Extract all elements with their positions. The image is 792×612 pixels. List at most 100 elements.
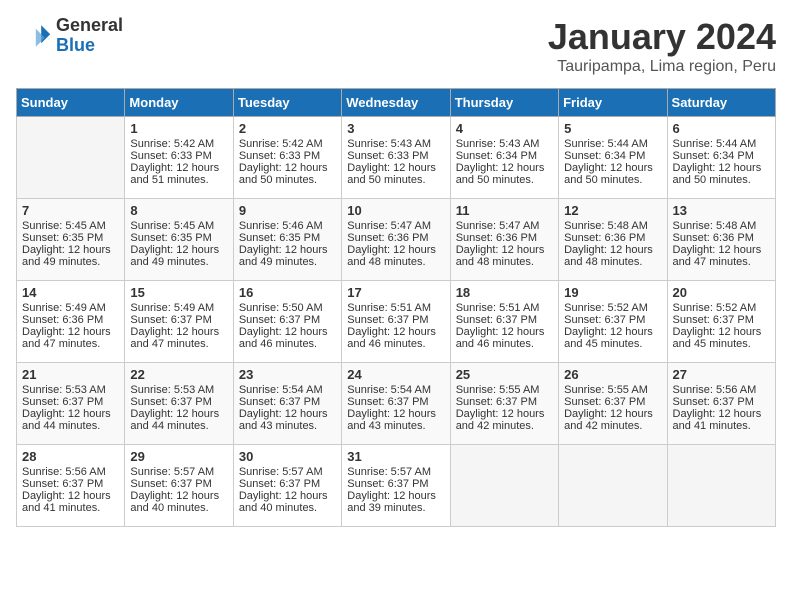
day-info-line: Sunset: 6:37 PM [564, 396, 661, 408]
day-info-line: and 46 minutes. [239, 338, 336, 350]
day-cell: 11Sunrise: 5:47 AMSunset: 6:36 PMDayligh… [450, 199, 558, 281]
day-cell: 23Sunrise: 5:54 AMSunset: 6:37 PMDayligh… [233, 363, 341, 445]
day-info-line: Daylight: 12 hours [239, 408, 336, 420]
day-info-line: and 48 minutes. [456, 256, 553, 268]
header-cell-tuesday: Tuesday [233, 89, 341, 117]
day-info-line: Sunset: 6:34 PM [564, 150, 661, 162]
day-info-line: Sunset: 6:35 PM [130, 232, 227, 244]
day-number: 21 [22, 367, 119, 382]
day-info-line: Sunset: 6:33 PM [347, 150, 444, 162]
day-info-line: Sunset: 6:36 PM [22, 314, 119, 326]
day-info-line: and 45 minutes. [673, 338, 770, 350]
day-cell: 4Sunrise: 5:43 AMSunset: 6:34 PMDaylight… [450, 117, 558, 199]
day-cell: 7Sunrise: 5:45 AMSunset: 6:35 PMDaylight… [17, 199, 125, 281]
day-cell: 25Sunrise: 5:55 AMSunset: 6:37 PMDayligh… [450, 363, 558, 445]
day-info-line: Sunrise: 5:57 AM [130, 466, 227, 478]
day-info-line: and 48 minutes. [564, 256, 661, 268]
day-info-line: and 50 minutes. [239, 174, 336, 186]
day-info-line: Sunrise: 5:49 AM [130, 302, 227, 314]
day-cell: 15Sunrise: 5:49 AMSunset: 6:37 PMDayligh… [125, 281, 233, 363]
day-info-line: Sunset: 6:37 PM [130, 314, 227, 326]
day-info-line: Sunrise: 5:55 AM [564, 384, 661, 396]
day-info-line: Daylight: 12 hours [22, 244, 119, 256]
location: Tauripampa, Lima region, Peru [548, 58, 776, 76]
day-info-line: Sunrise: 5:54 AM [347, 384, 444, 396]
day-cell: 29Sunrise: 5:57 AMSunset: 6:37 PMDayligh… [125, 445, 233, 527]
day-cell [450, 445, 558, 527]
header-cell-sunday: Sunday [17, 89, 125, 117]
day-info-line: Daylight: 12 hours [456, 408, 553, 420]
header: General Blue January 2024 Tauripampa, Li… [16, 16, 776, 76]
day-info-line: Daylight: 12 hours [564, 326, 661, 338]
day-info-line: Sunrise: 5:43 AM [347, 138, 444, 150]
calendar-table: SundayMondayTuesdayWednesdayThursdayFrid… [16, 88, 776, 527]
day-info-line: Daylight: 12 hours [130, 408, 227, 420]
day-cell [559, 445, 667, 527]
header-cell-saturday: Saturday [667, 89, 775, 117]
day-info-line: Sunset: 6:37 PM [239, 314, 336, 326]
month-title: January 2024 [548, 16, 776, 58]
day-cell: 28Sunrise: 5:56 AMSunset: 6:37 PMDayligh… [17, 445, 125, 527]
day-info-line: Sunrise: 5:45 AM [130, 220, 227, 232]
day-info-line: Sunset: 6:37 PM [347, 314, 444, 326]
title-area: January 2024 Tauripampa, Lima region, Pe… [548, 16, 776, 76]
day-info-line: and 42 minutes. [564, 420, 661, 432]
day-info-line: Daylight: 12 hours [22, 490, 119, 502]
day-info-line: Sunrise: 5:57 AM [347, 466, 444, 478]
day-cell: 24Sunrise: 5:54 AMSunset: 6:37 PMDayligh… [342, 363, 450, 445]
day-info-line: Sunrise: 5:47 AM [456, 220, 553, 232]
day-cell: 30Sunrise: 5:57 AMSunset: 6:37 PMDayligh… [233, 445, 341, 527]
day-info-line: and 47 minutes. [673, 256, 770, 268]
day-info-line: and 47 minutes. [130, 338, 227, 350]
day-number: 9 [239, 203, 336, 218]
day-info-line: Sunrise: 5:57 AM [239, 466, 336, 478]
day-info-line: Daylight: 12 hours [239, 326, 336, 338]
day-info-line: and 43 minutes. [239, 420, 336, 432]
day-number: 26 [564, 367, 661, 382]
day-info-line: Sunset: 6:33 PM [130, 150, 227, 162]
day-number: 2 [239, 121, 336, 136]
day-info-line: Daylight: 12 hours [347, 244, 444, 256]
day-info-line: Sunrise: 5:51 AM [347, 302, 444, 314]
day-cell: 27Sunrise: 5:56 AMSunset: 6:37 PMDayligh… [667, 363, 775, 445]
week-row-3: 14Sunrise: 5:49 AMSunset: 6:36 PMDayligh… [17, 281, 776, 363]
day-cell: 5Sunrise: 5:44 AMSunset: 6:34 PMDaylight… [559, 117, 667, 199]
day-cell: 14Sunrise: 5:49 AMSunset: 6:36 PMDayligh… [17, 281, 125, 363]
day-info-line: and 39 minutes. [347, 502, 444, 514]
day-info-line: Sunrise: 5:44 AM [673, 138, 770, 150]
day-info-line: and 47 minutes. [22, 338, 119, 350]
day-info-line: Sunrise: 5:56 AM [22, 466, 119, 478]
day-info-line: and 41 minutes. [673, 420, 770, 432]
header-cell-monday: Monday [125, 89, 233, 117]
day-number: 30 [239, 449, 336, 464]
week-row-2: 7Sunrise: 5:45 AMSunset: 6:35 PMDaylight… [17, 199, 776, 281]
day-cell: 6Sunrise: 5:44 AMSunset: 6:34 PMDaylight… [667, 117, 775, 199]
day-info-line: Sunset: 6:37 PM [22, 478, 119, 490]
day-info-line: Sunrise: 5:52 AM [673, 302, 770, 314]
day-cell: 17Sunrise: 5:51 AMSunset: 6:37 PMDayligh… [342, 281, 450, 363]
day-info-line: Sunrise: 5:50 AM [239, 302, 336, 314]
day-number: 3 [347, 121, 444, 136]
day-info-line: Sunrise: 5:49 AM [22, 302, 119, 314]
day-info-line: Sunrise: 5:56 AM [673, 384, 770, 396]
day-info-line: Daylight: 12 hours [347, 162, 444, 174]
day-info-line: Sunrise: 5:54 AM [239, 384, 336, 396]
day-info-line: Daylight: 12 hours [347, 326, 444, 338]
day-info-line: Sunset: 6:37 PM [130, 478, 227, 490]
day-info-line: and 50 minutes. [673, 174, 770, 186]
logo-general: General [56, 16, 123, 36]
day-number: 11 [456, 203, 553, 218]
day-info-line: Sunset: 6:37 PM [347, 478, 444, 490]
day-info-line: Sunset: 6:33 PM [239, 150, 336, 162]
day-info-line: Sunset: 6:37 PM [673, 314, 770, 326]
day-info-line: Sunset: 6:37 PM [456, 314, 553, 326]
day-number: 13 [673, 203, 770, 218]
day-info-line: and 50 minutes. [564, 174, 661, 186]
day-number: 1 [130, 121, 227, 136]
day-info-line: Daylight: 12 hours [130, 326, 227, 338]
header-cell-thursday: Thursday [450, 89, 558, 117]
day-info-line: Sunrise: 5:55 AM [456, 384, 553, 396]
day-info-line: Sunset: 6:36 PM [673, 232, 770, 244]
day-cell: 2Sunrise: 5:42 AMSunset: 6:33 PMDaylight… [233, 117, 341, 199]
day-info-line: Sunset: 6:37 PM [673, 396, 770, 408]
